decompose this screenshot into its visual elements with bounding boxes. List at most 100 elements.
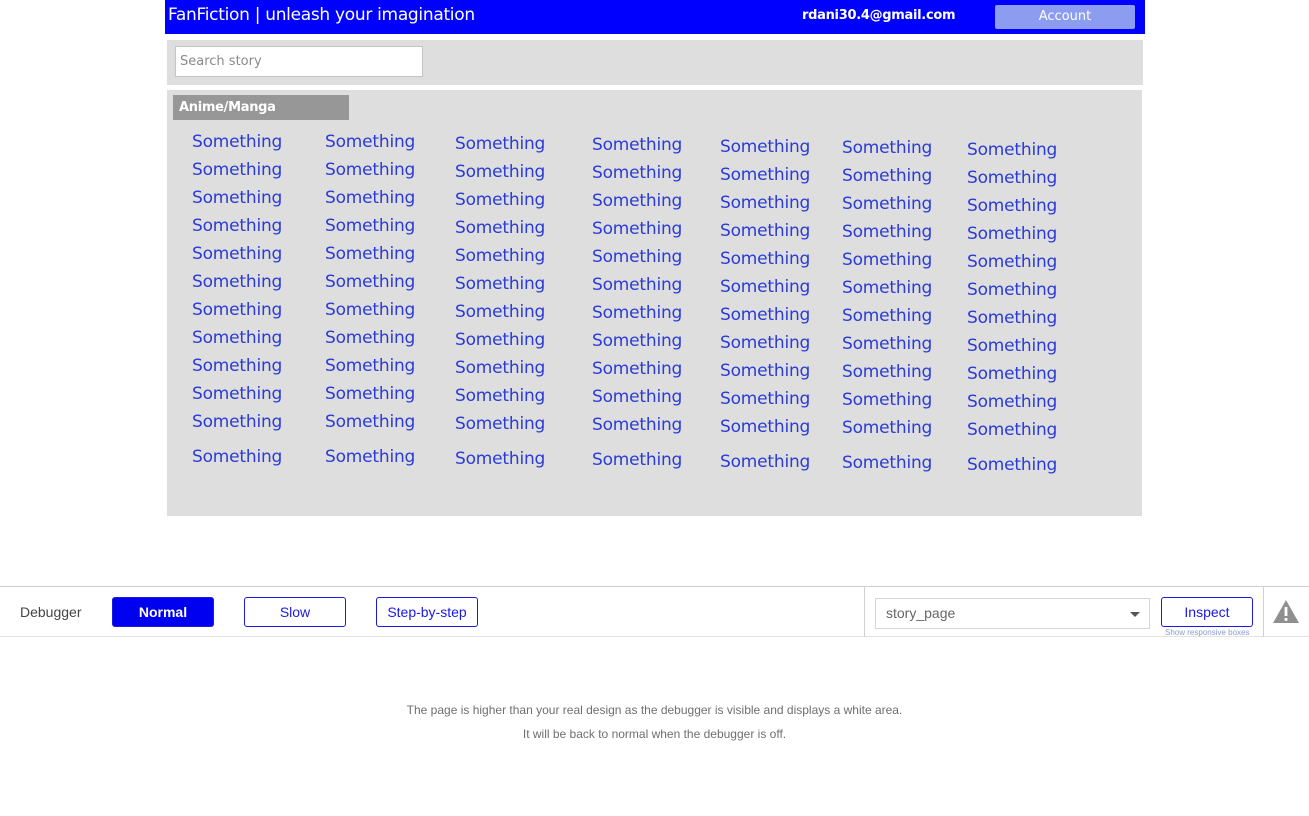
debugger-bar: Debugger Normal Slow Step-by-step story_…	[0, 586, 1309, 637]
account-button[interactable]: Account	[995, 5, 1135, 29]
story-link[interactable]: Something	[455, 449, 545, 469]
story-link[interactable]: Something	[967, 420, 1057, 440]
story-link[interactable]: Something	[720, 305, 810, 325]
story-link[interactable]: Something	[967, 455, 1057, 475]
story-link[interactable]: Something	[842, 250, 932, 270]
story-link[interactable]: Something	[325, 188, 415, 208]
story-link[interactable]: Something	[592, 450, 682, 470]
story-link[interactable]: Something	[455, 218, 545, 238]
story-link[interactable]: Something	[325, 447, 415, 467]
search-input[interactable]	[175, 46, 423, 77]
story-link[interactable]: Something	[325, 328, 415, 348]
story-link[interactable]: Something	[592, 247, 682, 267]
story-link[interactable]: Something	[842, 334, 932, 354]
story-link[interactable]: Something	[967, 364, 1057, 384]
story-link[interactable]: Something	[592, 275, 682, 295]
story-link[interactable]: Something	[842, 166, 932, 186]
story-link[interactable]: Something	[455, 330, 545, 350]
story-link[interactable]: Something	[720, 277, 810, 297]
story-link[interactable]: Something	[592, 135, 682, 155]
mode-step-button[interactable]: Step-by-step	[376, 597, 478, 627]
story-link[interactable]: Something	[592, 303, 682, 323]
story-link[interactable]: Something	[720, 452, 810, 472]
story-link[interactable]: Something	[842, 418, 932, 438]
story-link[interactable]: Something	[842, 453, 932, 473]
story-link[interactable]: Something	[592, 415, 682, 435]
story-link[interactable]: Something	[192, 244, 282, 264]
story-link[interactable]: Something	[192, 447, 282, 467]
divider	[864, 587, 865, 637]
story-link[interactable]: Something	[967, 252, 1057, 272]
story-link[interactable]: Something	[325, 132, 415, 152]
story-link[interactable]: Something	[325, 300, 415, 320]
story-link[interactable]: Something	[720, 137, 810, 157]
story-link[interactable]: Something	[192, 160, 282, 180]
story-link[interactable]: Something	[325, 384, 415, 404]
story-link[interactable]: Something	[967, 224, 1057, 244]
story-link[interactable]: Something	[325, 412, 415, 432]
story-link[interactable]: Something	[325, 160, 415, 180]
story-link[interactable]: Something	[842, 390, 932, 410]
story-link[interactable]: Something	[192, 188, 282, 208]
story-link[interactable]: Something	[967, 308, 1057, 328]
story-link[interactable]: Something	[720, 333, 810, 353]
story-link[interactable]: Something	[455, 302, 545, 322]
story-link[interactable]: Something	[455, 414, 545, 434]
inspect-button[interactable]: Inspect	[1161, 597, 1253, 627]
story-link[interactable]: Something	[842, 306, 932, 326]
category-label: Anime/Manga	[173, 95, 349, 120]
story-link[interactable]: Something	[455, 162, 545, 182]
story-link[interactable]: Something	[842, 138, 932, 158]
story-link[interactable]: Something	[967, 196, 1057, 216]
story-link[interactable]: Something	[842, 194, 932, 214]
story-link[interactable]: Something	[455, 274, 545, 294]
mode-normal-button[interactable]: Normal	[112, 597, 214, 627]
story-link[interactable]: Something	[192, 132, 282, 152]
site-title[interactable]: FanFiction | unleash your imagination	[168, 5, 475, 25]
story-link[interactable]: Something	[720, 249, 810, 269]
story-link[interactable]: Something	[967, 392, 1057, 412]
story-link[interactable]: Something	[325, 244, 415, 264]
story-link[interactable]: Something	[192, 272, 282, 292]
story-link[interactable]: Something	[455, 134, 545, 154]
category-panel: Anime/Manga Something Something Something S…	[167, 90, 1142, 516]
story-link[interactable]: Something	[192, 328, 282, 348]
story-link[interactable]: Something	[325, 272, 415, 292]
story-link[interactable]: Something	[455, 190, 545, 210]
story-link[interactable]: Something	[192, 412, 282, 432]
story-link[interactable]: Something	[720, 417, 810, 437]
story-link[interactable]: Something	[720, 193, 810, 213]
story-link[interactable]: Something	[192, 384, 282, 404]
warning-triangle-icon[interactable]	[1272, 599, 1300, 625]
search-panel	[167, 40, 1143, 85]
story-link[interactable]: Something	[967, 140, 1057, 160]
story-link[interactable]: Something	[592, 219, 682, 239]
story-link[interactable]: Something	[967, 336, 1057, 356]
mode-slow-button[interactable]: Slow	[244, 597, 346, 627]
story-link[interactable]: Something	[967, 168, 1057, 188]
story-link[interactable]: Something	[592, 359, 682, 379]
story-link[interactable]: Something	[592, 331, 682, 351]
story-link[interactable]: Something	[967, 280, 1057, 300]
story-link[interactable]: Something	[192, 300, 282, 320]
story-link[interactable]: Something	[192, 216, 282, 236]
story-link[interactable]: Something	[325, 356, 415, 376]
story-link[interactable]: Something	[720, 165, 810, 185]
story-link[interactable]: Something	[325, 216, 415, 236]
debugger-note: It will be back to normal when the debug…	[522, 727, 787, 741]
story-link[interactable]: Something	[592, 191, 682, 211]
story-link[interactable]: Something	[592, 163, 682, 183]
story-link[interactable]: Something	[455, 246, 545, 266]
story-link[interactable]: Something	[842, 222, 932, 242]
story-link[interactable]: Something	[720, 389, 810, 409]
story-link[interactable]: Something	[842, 362, 932, 382]
story-link[interactable]: Something	[592, 387, 682, 407]
story-link[interactable]: Something	[455, 386, 545, 406]
responsive-boxes-link[interactable]: Show responsive boxes	[1165, 628, 1250, 637]
story-link[interactable]: Something	[192, 356, 282, 376]
story-link[interactable]: Something	[455, 358, 545, 378]
story-link[interactable]: Something	[842, 278, 932, 298]
page-select-dropdown[interactable]: story_page	[875, 598, 1150, 629]
story-link[interactable]: Something	[720, 221, 810, 241]
story-link[interactable]: Something	[720, 361, 810, 381]
